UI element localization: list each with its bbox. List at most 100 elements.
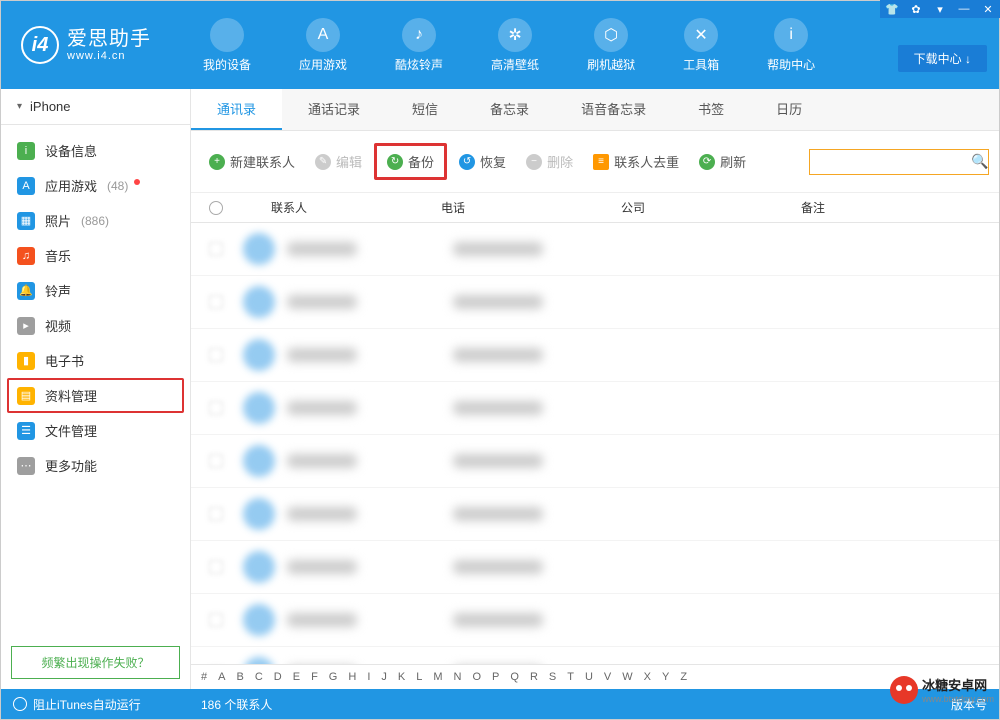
contact-row[interactable]: [191, 541, 999, 594]
sidebar-item-0[interactable]: i设备信息: [1, 133, 190, 168]
download-center-button[interactable]: 下载中心 ↓: [898, 45, 987, 72]
topnav-item-6[interactable]: i帮助中心: [767, 18, 815, 73]
index-letter[interactable]: X: [644, 671, 651, 683]
sidebar-item-5[interactable]: ▸视频: [1, 308, 190, 343]
topnav-label: 刷机越狱: [587, 56, 635, 73]
index-letter[interactable]: K: [398, 671, 405, 683]
index-letter[interactable]: A: [218, 671, 225, 683]
subtab-5[interactable]: 书签: [672, 89, 750, 130]
sidebar-item-8[interactable]: ☰文件管理: [1, 413, 190, 448]
sidebar-item-4[interactable]: 🔔铃声: [1, 273, 190, 308]
alpha-index-bar: # ABCDEFGHIJKLMNOPQRSTUVWXYZ: [191, 664, 999, 689]
avatar: [243, 445, 275, 477]
index-letter[interactable]: M: [433, 671, 442, 683]
index-letter[interactable]: E: [293, 671, 300, 683]
search-box[interactable]: 🔍: [809, 149, 989, 175]
subtab-1[interactable]: 通话记录: [282, 89, 386, 130]
topnav-item-1[interactable]: A应用游戏: [299, 18, 347, 73]
sidebar-item-3[interactable]: ♫音乐: [1, 238, 190, 273]
sidebar-item-2[interactable]: ▦照片(886): [1, 203, 190, 238]
index-letter[interactable]: F: [311, 671, 318, 683]
dedupe-button[interactable]: ≡联系人去重: [585, 148, 687, 175]
col-company[interactable]: 公司: [621, 199, 801, 216]
titlebar-close-icon[interactable]: ✕: [976, 0, 1000, 18]
subtab-6[interactable]: 日历: [750, 89, 828, 130]
contact-row[interactable]: [191, 329, 999, 382]
index-letter[interactable]: G: [329, 671, 338, 683]
index-letter[interactable]: Y: [662, 671, 669, 683]
operation-fail-help-button[interactable]: 频繁出现操作失败？: [11, 646, 180, 679]
row-checkbox[interactable]: [201, 348, 231, 362]
index-letter[interactable]: S: [549, 671, 556, 683]
delete-icon: −: [526, 154, 542, 170]
device-selector[interactable]: iPhone: [1, 89, 190, 125]
index-letter[interactable]: I: [367, 671, 370, 683]
titlebar-menu-icon[interactable]: ▾: [928, 0, 952, 18]
row-checkbox[interactable]: [201, 613, 231, 627]
row-checkbox[interactable]: [201, 560, 231, 574]
col-contact[interactable]: 联系人: [231, 199, 441, 216]
index-letter[interactable]: C: [255, 671, 263, 683]
index-letter[interactable]: U: [585, 671, 593, 683]
contact-row[interactable]: [191, 223, 999, 276]
topnav-item-3[interactable]: ✲高清壁纸: [491, 18, 539, 73]
titlebar-settings-icon[interactable]: ✿: [904, 0, 928, 18]
topnav-item-0[interactable]: 我的设备: [203, 18, 251, 73]
index-letter[interactable]: V: [604, 671, 611, 683]
topnav-item-5[interactable]: ✕工具箱: [683, 18, 719, 73]
titlebar-minimize-icon[interactable]: —: [952, 0, 976, 18]
avatar: [243, 339, 275, 371]
block-itunes-toggle[interactable]: 阻止iTunes自动运行: [1, 696, 191, 713]
sidebar-item-1[interactable]: A应用游戏(48): [1, 168, 190, 203]
topnav-item-4[interactable]: ⬡刷机越狱: [587, 18, 635, 73]
row-checkbox[interactable]: [201, 454, 231, 468]
contact-row[interactable]: [191, 647, 999, 664]
index-letter[interactable]: D: [274, 671, 282, 683]
edit-button[interactable]: ✎编辑: [307, 148, 370, 175]
subtab-3[interactable]: 备忘录: [464, 89, 555, 130]
index-letter[interactable]: Q: [510, 671, 519, 683]
col-phone[interactable]: 电话: [441, 199, 621, 216]
contact-row[interactable]: [191, 435, 999, 488]
index-letter[interactable]: O: [472, 671, 481, 683]
row-checkbox[interactable]: [201, 401, 231, 415]
topnav-item-2[interactable]: ♪酷炫铃声: [395, 18, 443, 73]
row-checkbox[interactable]: [201, 507, 231, 521]
backup-button[interactable]: ↻备份: [374, 143, 447, 180]
index-letter[interactable]: B: [236, 671, 243, 683]
contact-row[interactable]: [191, 594, 999, 647]
new-contact-button[interactable]: +新建联系人: [201, 148, 303, 175]
restore-icon: ↺: [459, 154, 475, 170]
sidebar-item-9[interactable]: ⋯更多功能: [1, 448, 190, 483]
index-letter[interactable]: P: [492, 671, 499, 683]
index-letter[interactable]: #: [201, 671, 207, 683]
topnav-label: 我的设备: [203, 56, 251, 73]
sidebar-item-7[interactable]: ▤资料管理: [7, 378, 184, 413]
index-letter[interactable]: L: [416, 671, 422, 683]
contact-row[interactable]: [191, 276, 999, 329]
restore-button[interactable]: ↺恢复: [451, 148, 514, 175]
subtab-2[interactable]: 短信: [386, 89, 464, 130]
index-letter[interactable]: J: [381, 671, 387, 683]
search-icon[interactable]: 🔍: [971, 153, 988, 170]
index-letter[interactable]: H: [348, 671, 356, 683]
index-letter[interactable]: R: [530, 671, 538, 683]
row-checkbox[interactable]: [201, 242, 231, 256]
titlebar-shirt-icon[interactable]: 👕: [880, 0, 904, 18]
index-letter[interactable]: N: [454, 671, 462, 683]
subtab-4[interactable]: 语音备忘录: [555, 89, 672, 130]
contact-row[interactable]: [191, 382, 999, 435]
row-checkbox[interactable]: [201, 295, 231, 309]
sidebar-item-6[interactable]: ▮电子书: [1, 343, 190, 378]
index-letter[interactable]: T: [567, 671, 574, 683]
delete-button[interactable]: −删除: [518, 148, 581, 175]
search-input[interactable]: [816, 155, 971, 169]
index-letter[interactable]: Z: [680, 671, 687, 683]
avatar: [243, 498, 275, 530]
index-letter[interactable]: W: [622, 671, 632, 683]
col-note[interactable]: 备注: [801, 199, 989, 216]
select-all-checkbox[interactable]: [201, 199, 231, 216]
contact-row[interactable]: [191, 488, 999, 541]
subtab-0[interactable]: 通讯录: [191, 89, 282, 130]
refresh-button[interactable]: ⟳刷新: [691, 148, 754, 175]
